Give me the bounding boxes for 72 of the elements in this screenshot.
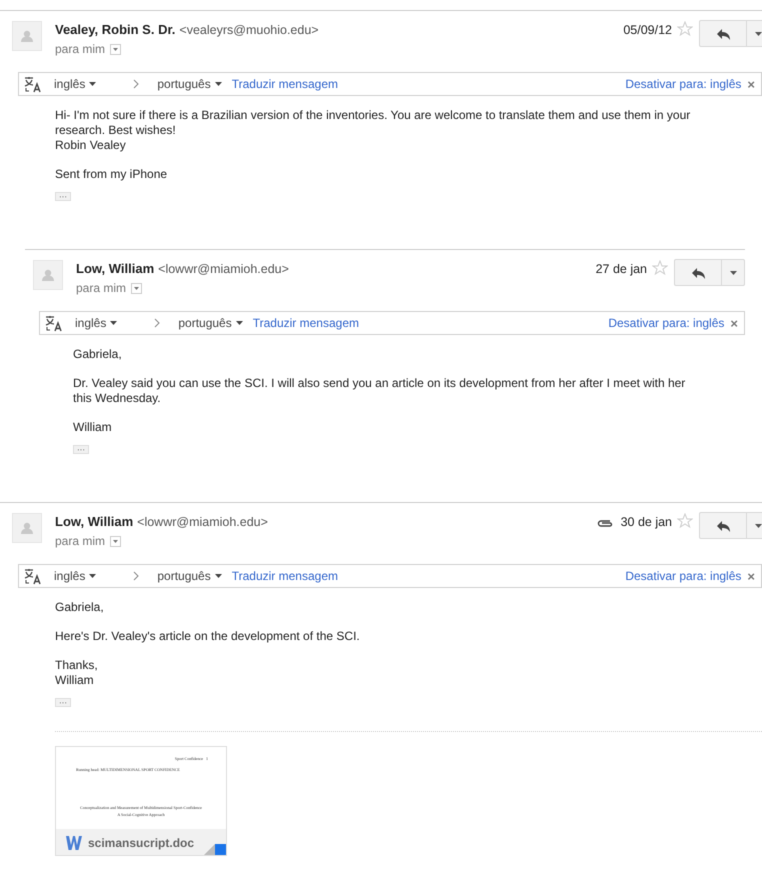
- disable-translation-link[interactable]: Desativar para: inglês: [625, 75, 742, 93]
- show-trimmed-button[interactable]: ···: [73, 445, 89, 454]
- caret-icon: [89, 82, 96, 86]
- close-button[interactable]: ×: [747, 78, 755, 90]
- close-button[interactable]: ×: [747, 570, 755, 582]
- details-toggle[interactable]: [131, 282, 142, 294]
- chevron-icon: [133, 79, 140, 89]
- show-trimmed-button[interactable]: ···: [55, 698, 71, 707]
- message-paragraph: Here's Dr. Vealey's article on the development of the SCI.: [55, 629, 361, 644]
- word-document-icon: [66, 835, 82, 851]
- reply-arrow-icon: [691, 266, 705, 278]
- person-icon: [42, 269, 54, 281]
- source-language-dropdown[interactable]: inglês: [54, 75, 96, 93]
- caret-icon: [134, 286, 140, 290]
- message-paragraph: Thanks, William: [55, 658, 99, 688]
- details-toggle[interactable]: [110, 44, 122, 54]
- target-language-dropdown[interactable]: português: [157, 75, 222, 93]
- message-date: 30 de jan: [620, 514, 672, 531]
- chevron-icon: [133, 571, 140, 581]
- caret-icon: [89, 574, 96, 578]
- recipient-label: para mim: [76, 280, 126, 297]
- caret-icon: [730, 270, 736, 274]
- recipient-label: para mim: [55, 41, 106, 58]
- reply-arrow-icon: [716, 28, 730, 40]
- recipient-label: para mim: [55, 533, 106, 550]
- reply-button[interactable]: [674, 259, 722, 286]
- message-paragraph: William: [73, 420, 113, 435]
- person-icon: [21, 522, 33, 534]
- folded-corner-icon: [204, 844, 226, 855]
- reply-arrow-icon: [716, 520, 730, 532]
- message-paragraph: Dr. Vealey said you can use the SCI. I will also send you an article on its development from her after I meet with her this Wednesday.: [73, 376, 686, 406]
- translate-icon: [23, 76, 41, 92]
- target-language-dropdown[interactable]: português: [178, 314, 243, 332]
- reply-button[interactable]: [699, 512, 747, 539]
- source-language-dropdown[interactable]: inglês: [75, 314, 118, 332]
- message-paragraph: Gabriela,: [73, 347, 123, 362]
- translate-icon: [23, 568, 41, 584]
- caret-icon: [214, 574, 222, 578]
- sender-email: <vealeyrs@muohio.edu>: [179, 22, 319, 39]
- show-trimmed-button[interactable]: ···: [55, 192, 71, 201]
- more-button[interactable]: [722, 259, 745, 286]
- message-date: 27 de jan: [596, 261, 647, 278]
- sender-name: Vealey, Robin S. Dr.: [55, 21, 176, 39]
- details-toggle[interactable]: [110, 536, 122, 546]
- target-language-dropdown[interactable]: português: [157, 567, 222, 585]
- sender-email: <lowwr@miamioh.edu>: [158, 261, 289, 278]
- disable-translation-link[interactable]: Desativar para: inglês: [608, 314, 724, 332]
- reply-button[interactable]: [699, 20, 747, 47]
- close-button[interactable]: ×: [730, 316, 738, 330]
- sender-email: <lowwr@miamioh.edu>: [137, 514, 268, 531]
- translate-link[interactable]: Traduzir mensagem: [232, 75, 338, 93]
- caret-icon: [754, 32, 762, 36]
- person-icon: [21, 30, 33, 42]
- translate-link[interactable]: Traduzir mensagem: [232, 567, 338, 585]
- caret-icon: [113, 540, 118, 542]
- translate-icon: [44, 314, 62, 332]
- message-paragraph: Hi- I'm not sure if there is a Brazilian version of the inventories. You are welcome to translate them and use them in your research. Best wishes! Robin Vealey: [55, 108, 692, 153]
- source-language-dropdown[interactable]: inglês: [54, 567, 96, 585]
- caret-icon: [113, 48, 118, 50]
- message-paragraph: Gabriela,: [55, 600, 105, 615]
- caret-icon: [236, 321, 243, 325]
- caret-icon: [110, 321, 118, 325]
- chevron-icon: [154, 318, 160, 328]
- caret-icon: [754, 524, 762, 528]
- sender-name: Low, William: [76, 260, 154, 278]
- sender-name: Low, William: [55, 513, 134, 531]
- translate-link[interactable]: Traduzir mensagem: [252, 314, 359, 332]
- file-name: scimansucript.doc: [88, 835, 194, 851]
- disable-translation-link[interactable]: Desativar para: inglês: [625, 567, 742, 585]
- message-paragraph: Sent from my iPhone: [55, 167, 168, 182]
- message-date: 05/09/12: [623, 22, 672, 39]
- caret-icon: [214, 82, 222, 86]
